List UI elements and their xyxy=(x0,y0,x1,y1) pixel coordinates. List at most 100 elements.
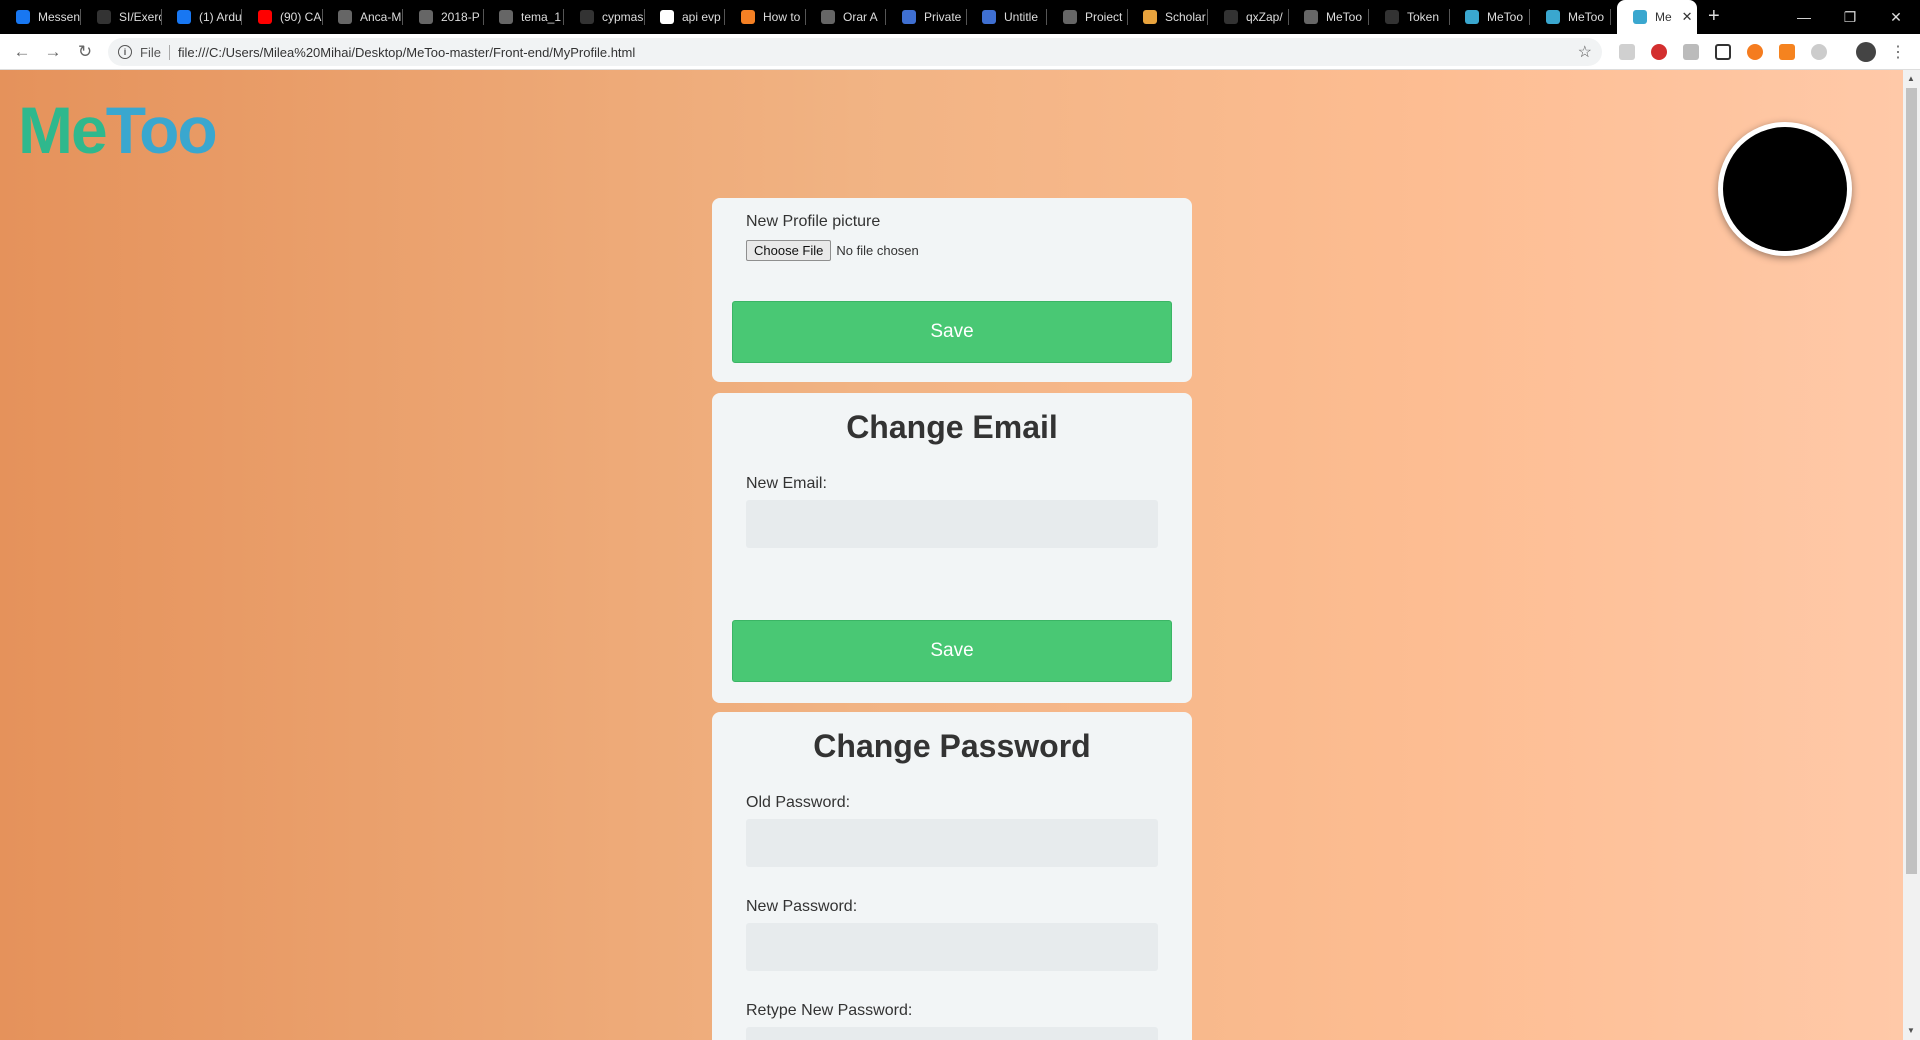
tab-label: 2018-P xyxy=(441,10,480,24)
old-password-label: Old Password: xyxy=(746,794,851,811)
url-scheme: File xyxy=(140,44,170,60)
scroll-down-icon[interactable]: ▼ xyxy=(1907,1026,1915,1035)
orange-extension-icon[interactable] xyxy=(1747,44,1763,60)
save-email-button[interactable]: Save xyxy=(732,620,1172,682)
tab-favicon-icon xyxy=(982,10,996,24)
browser-tab[interactable]: (1) Ardu xyxy=(161,0,242,34)
tab-label: Token xyxy=(1407,10,1440,24)
profile-avatar-icon[interactable] xyxy=(1856,42,1876,62)
tab-label: How to xyxy=(763,10,801,24)
restore-icon[interactable]: ❐ xyxy=(1827,0,1873,34)
profile-picture-card: New Profile picture Choose File No file … xyxy=(712,198,1192,382)
browser-tab[interactable]: Untitle xyxy=(966,0,1047,34)
scroll-thumb[interactable] xyxy=(1906,88,1917,874)
scroll-up-icon[interactable]: ▲ xyxy=(1907,74,1915,83)
active-browser-tab[interactable]: Me ✕ xyxy=(1617,0,1697,34)
page-scrollbar[interactable]: ▲ ▼ xyxy=(1903,70,1920,1040)
browser-tab[interactable]: Orar A xyxy=(805,0,886,34)
close-tab-icon[interactable]: ✕ xyxy=(1682,9,1693,25)
menu-dots-icon[interactable]: ⋮ xyxy=(1886,40,1910,64)
new-password-input[interactable] xyxy=(746,923,1158,971)
old-password-input[interactable] xyxy=(746,819,1158,867)
bookmark-star-icon[interactable]: ☆ xyxy=(1578,42,1592,62)
retype-password-input[interactable] xyxy=(746,1027,1158,1040)
new-password-label: New Password: xyxy=(746,898,858,915)
retype-password-label: Retype New Password: xyxy=(746,1002,913,1019)
logo-part-me: Me xyxy=(18,93,108,167)
extension-icon[interactable] xyxy=(1683,44,1699,60)
choose-file-button[interactable]: Choose File xyxy=(746,240,832,261)
browser-tab[interactable]: SI/Exerc xyxy=(81,0,162,34)
tab-label: (1) Ardu xyxy=(199,10,242,24)
info-icon[interactable]: i xyxy=(118,45,132,59)
grey-extension-icon[interactable] xyxy=(1811,44,1827,60)
tab-favicon-icon xyxy=(499,10,513,24)
box-extension-icon[interactable] xyxy=(1715,44,1731,60)
browser-toolbar: ← → ↻ i File file:///C:/Users/Milea%20Mi… xyxy=(0,34,1920,70)
tab-favicon-icon xyxy=(1546,10,1560,24)
tab-favicon-icon xyxy=(1385,10,1399,24)
tab-favicon-icon xyxy=(258,10,272,24)
save-picture-button[interactable]: Save xyxy=(732,301,1172,363)
url-text[interactable]: file:///C:/Users/Milea%20Mihai/Desktop/M… xyxy=(178,45,635,60)
browser-tab[interactable]: Messen xyxy=(0,0,81,34)
tab-favicon-icon xyxy=(821,10,835,24)
back-icon[interactable]: ← xyxy=(10,40,34,64)
adblock-icon[interactable] xyxy=(1651,44,1667,60)
file-status: No file chosen xyxy=(836,243,919,258)
tab-favicon-icon xyxy=(177,10,191,24)
tab-strip: + — ❐ ✕ Messen SI/Exerc (1) Ardu (90) CA Anc… xyxy=(0,0,1920,34)
tab-favicon-icon xyxy=(1633,10,1647,24)
browser-tab[interactable]: Anca-M xyxy=(322,0,403,34)
browser-tab[interactable]: Scholar xyxy=(1127,0,1208,34)
address-bar[interactable]: i File file:///C:/Users/Milea%20Mihai/De… xyxy=(108,38,1602,66)
tab-favicon-icon xyxy=(1465,10,1479,24)
tab-label: Messen xyxy=(38,10,81,24)
tab-favicon-icon xyxy=(338,10,352,24)
tab-favicon-icon xyxy=(1224,10,1238,24)
minimize-icon[interactable]: — xyxy=(1781,0,1827,34)
new-email-input[interactable] xyxy=(746,500,1158,548)
pdf-extension-icon[interactable] xyxy=(1619,44,1635,60)
browser-tab[interactable]: Token xyxy=(1369,0,1450,34)
tab-label: Anca-M xyxy=(360,10,402,24)
browser-tab[interactable]: MeToo xyxy=(1530,0,1611,34)
browser-tab[interactable]: MeToo xyxy=(1449,0,1530,34)
tab-label: Scholar xyxy=(1165,10,1206,24)
logo-part-too: Too xyxy=(105,93,218,167)
browser-tab[interactable]: Private xyxy=(886,0,967,34)
tab-favicon-icon xyxy=(1143,10,1157,24)
browser-tab[interactable]: (90) CA xyxy=(242,0,323,34)
tab-favicon-icon xyxy=(1304,10,1318,24)
tab-favicon-icon xyxy=(1063,10,1077,24)
metamask-icon[interactable] xyxy=(1779,44,1795,60)
new-email-label: New Email: xyxy=(746,475,827,492)
browser-tab[interactable]: qxZap/ xyxy=(1208,0,1289,34)
browser-tab[interactable]: 2018-P xyxy=(403,0,484,34)
new-profile-picture-label: New Profile picture xyxy=(746,213,881,230)
change-email-title: Change Email xyxy=(846,409,1058,445)
tab-label: MeToo xyxy=(1326,10,1363,24)
browser-tab[interactable]: tema_1 xyxy=(483,0,564,34)
close-window-icon[interactable]: ✕ xyxy=(1873,0,1919,34)
tab-label: api evp xyxy=(682,10,721,24)
tab-favicon-icon xyxy=(660,10,674,24)
browser-tab[interactable]: Proiect xyxy=(1047,0,1128,34)
reload-icon[interactable]: ↻ xyxy=(73,40,97,64)
tab-label: Me xyxy=(1655,10,1672,24)
browser-tab[interactable]: cypmas xyxy=(564,0,645,34)
browser-tab[interactable]: api evp xyxy=(644,0,725,34)
tab-label: MeToo xyxy=(1568,10,1605,24)
browser-tab[interactable]: MeToo xyxy=(1288,0,1369,34)
tab-label: qxZap/ xyxy=(1246,10,1283,24)
new-tab-button[interactable]: + xyxy=(1708,6,1720,26)
profile-avatar[interactable] xyxy=(1718,122,1852,256)
tab-favicon-icon xyxy=(419,10,433,24)
browser-tab[interactable]: How to xyxy=(725,0,806,34)
metoo-logo[interactable]: MeToo xyxy=(18,90,218,170)
file-input[interactable]: Choose File No file chosen xyxy=(746,240,919,261)
forward-icon[interactable]: → xyxy=(41,40,65,64)
change-email-card: Change Email New Email: Save xyxy=(712,393,1192,703)
change-password-card: Change Password Old Password: New Passwo… xyxy=(712,712,1192,1040)
tab-label: tema_1 xyxy=(521,10,562,24)
